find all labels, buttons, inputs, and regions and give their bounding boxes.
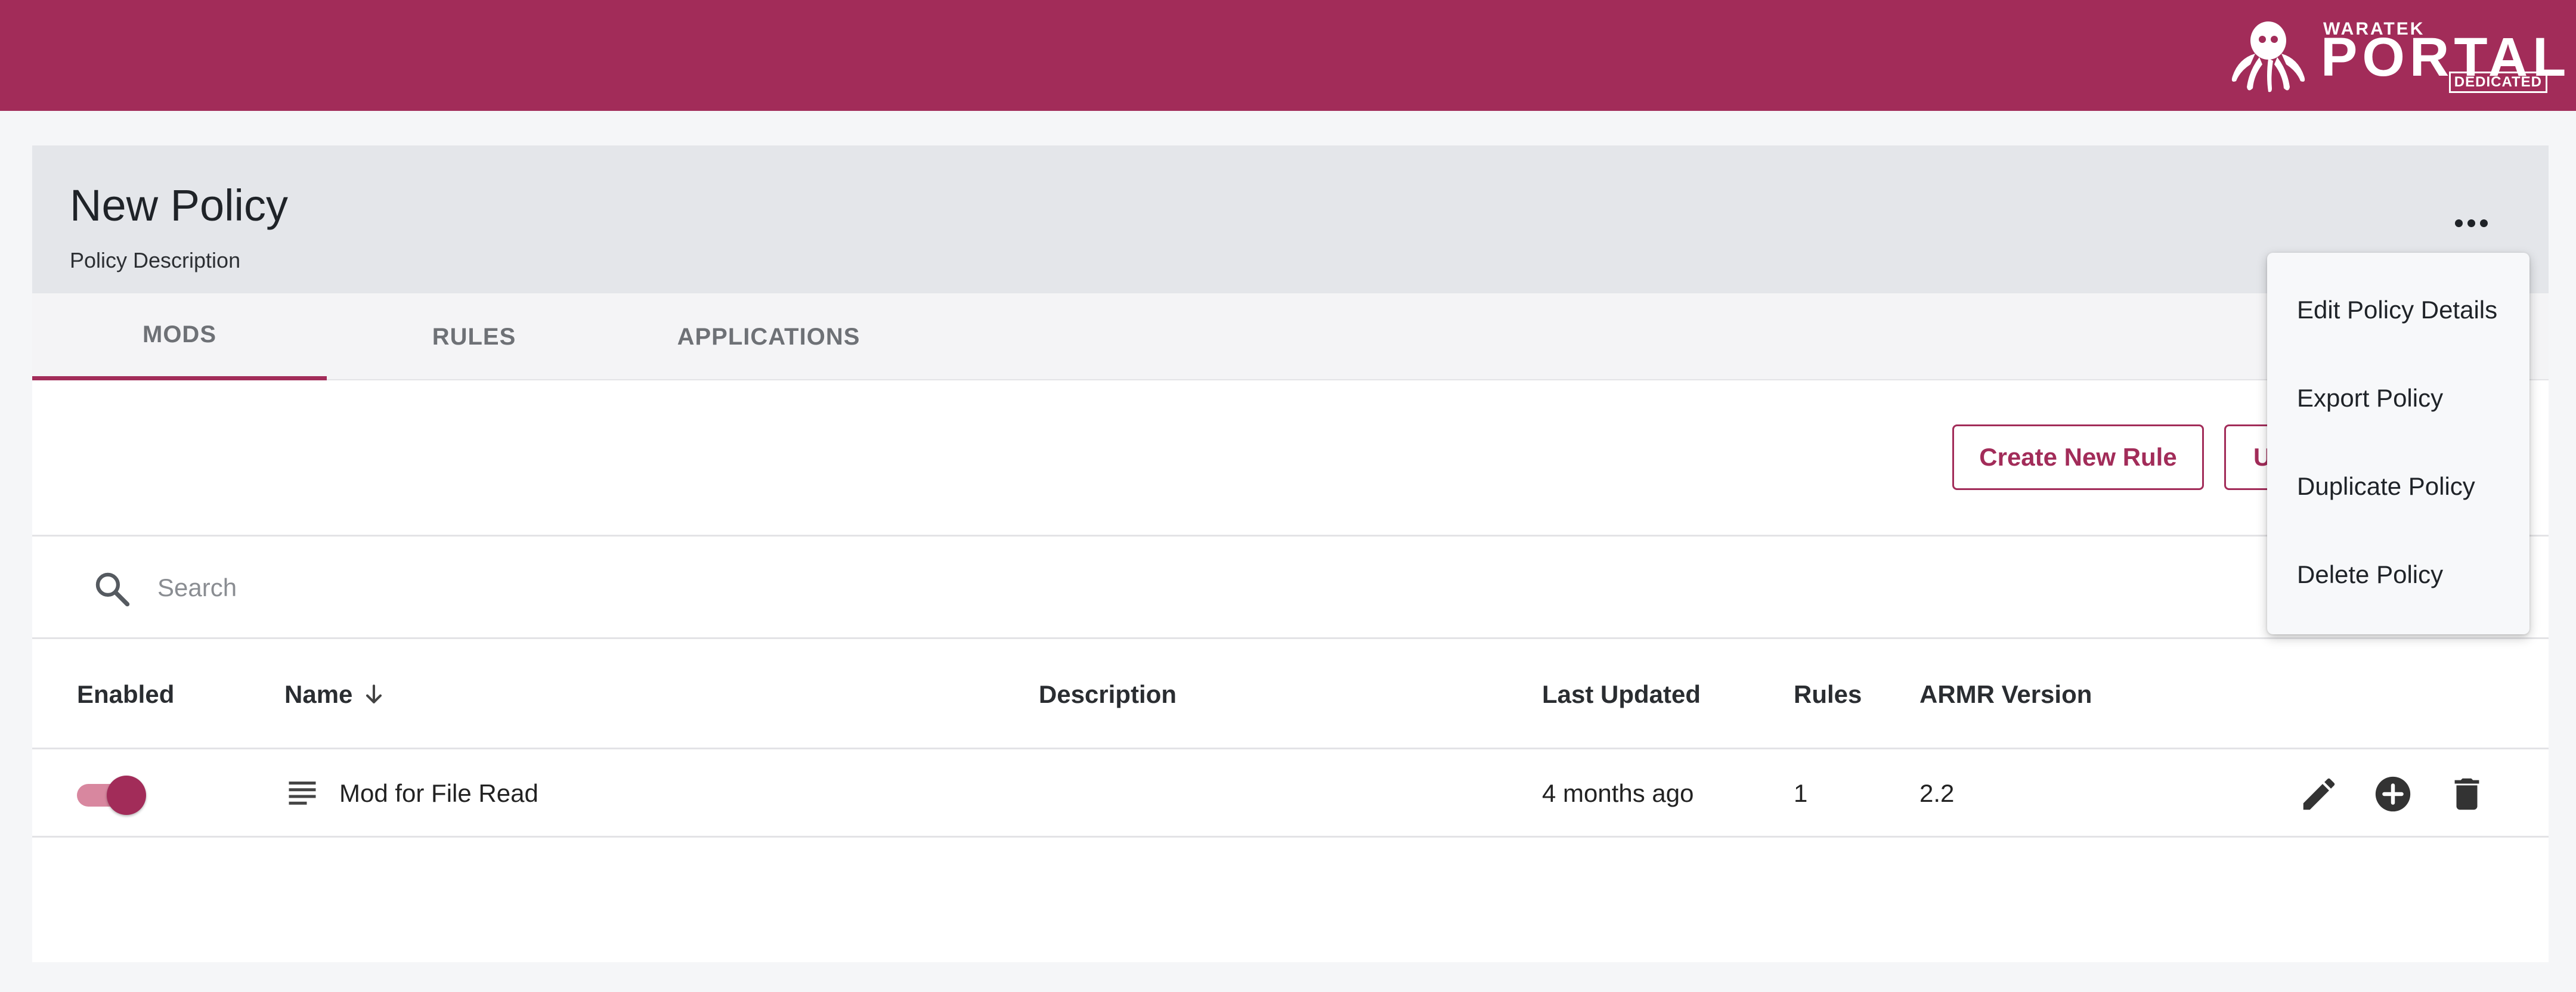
toggle-knob	[107, 776, 146, 815]
more-options-button[interactable]	[2447, 205, 2495, 241]
octopus-logo-icon	[2231, 21, 2305, 92]
policy-tabs: MODS RULES APPLICATIONS	[32, 293, 2549, 380]
arrow-down-icon	[366, 684, 382, 703]
search-icon	[95, 572, 130, 607]
last-updated-cell: 4 months ago	[1542, 779, 1694, 807]
table-row[interactable]: Mod for File Read 4 months ago 1 2.2	[32, 749, 2549, 838]
policy-description: Policy Description	[70, 248, 241, 272]
brand-badge: DEDICATED	[2448, 72, 2547, 93]
column-description[interactable]: Description	[1039, 639, 1176, 749]
more-horizontal-icon	[2467, 219, 2475, 227]
menu-item-delete-policy[interactable]: Delete Policy	[2267, 531, 2529, 619]
pencil-icon[interactable]	[2298, 773, 2340, 815]
tab-rules[interactable]: RULES	[327, 293, 621, 380]
create-new-rule-button[interactable]: Create New Rule	[1952, 424, 2204, 490]
tab-mods[interactable]: MODS	[32, 293, 327, 380]
table-header: Enabled Name Description Last Updated Ru…	[32, 639, 2549, 749]
rules-count-cell: 1	[1794, 779, 1808, 807]
notes-icon	[289, 782, 316, 805]
menu-item-edit-policy-details[interactable]: Edit Policy Details	[2267, 266, 2529, 354]
search-input[interactable]	[157, 560, 1111, 615]
column-rules[interactable]: Rules	[1794, 639, 1862, 749]
more-horizontal-icon	[2479, 219, 2488, 227]
brand-text: WARATEK PORTAL DEDICATED	[2321, 17, 2566, 94]
armr-version-cell: 2.2	[1919, 779, 1955, 807]
column-name-label: Name	[284, 680, 353, 708]
trash-icon[interactable]	[2446, 773, 2488, 815]
column-name[interactable]: Name	[284, 639, 387, 749]
more-horizontal-icon	[2454, 219, 2463, 227]
brand-logo[interactable]: WARATEK PORTAL DEDICATED	[2227, 17, 2566, 94]
menu-item-duplicate-policy[interactable]: Duplicate Policy	[2267, 442, 2529, 531]
enabled-cell	[77, 749, 146, 838]
mod-name[interactable]: Mod for File Read	[339, 779, 538, 808]
menu-item-export-policy[interactable]: Export Policy	[2267, 354, 2529, 442]
column-enabled[interactable]: Enabled	[77, 639, 174, 749]
add-circle-icon[interactable]	[2372, 773, 2414, 815]
top-bar: WARATEK PORTAL DEDICATED	[0, 0, 2576, 111]
enabled-toggle[interactable]	[77, 776, 146, 815]
page-title: New Policy	[70, 181, 288, 230]
policy-card: New Policy Policy Description MODS RULES…	[32, 145, 2549, 962]
search-bar	[32, 537, 2549, 639]
name-cell: Mod for File Read	[284, 749, 538, 838]
tab-applications[interactable]: APPLICATIONS	[621, 293, 916, 380]
column-armr-version[interactable]: ARMR Version	[1919, 639, 2092, 749]
policy-header: New Policy Policy Description	[32, 145, 2549, 293]
policy-actions-menu: Edit Policy Details Export Policy Duplic…	[2267, 253, 2529, 634]
toolbar: Create New Rule U	[32, 380, 2549, 537]
column-last-updated[interactable]: Last Updated	[1542, 639, 1701, 749]
